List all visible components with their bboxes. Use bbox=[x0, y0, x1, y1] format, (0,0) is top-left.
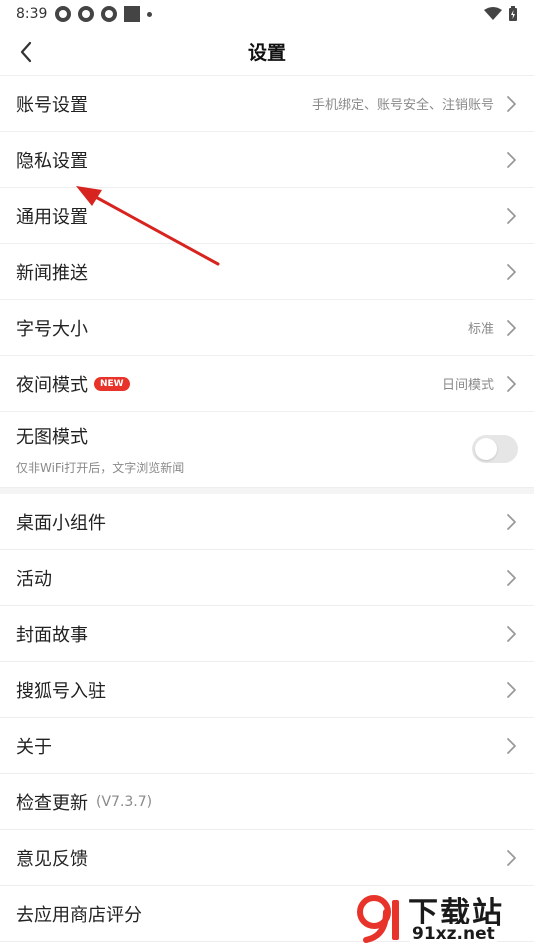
item-label: 无图模式 bbox=[16, 427, 88, 448]
battery-icon bbox=[509, 6, 517, 21]
chevron-right-icon bbox=[507, 849, 516, 866]
item-hint: 标准 bbox=[467, 322, 494, 337]
chevron-right-icon bbox=[507, 319, 516, 336]
item-label: 去应用商店评分 bbox=[16, 904, 142, 926]
chevron-right-icon bbox=[507, 513, 516, 530]
chevron-right-icon bbox=[507, 207, 516, 224]
settings-list: 账号设置 手机绑定、账号安全、注销账号 隐私设置 通用设置 新闻推送 字号大小 … bbox=[0, 76, 534, 942]
sohu-account-join-item[interactable]: 搜狐号入驻 bbox=[0, 662, 534, 718]
item-label: 搜狐号入驻 bbox=[16, 680, 106, 702]
wifi-icon bbox=[484, 7, 502, 20]
watermark-url: 91xz.net bbox=[410, 924, 497, 944]
chevron-right-icon bbox=[507, 681, 516, 698]
watermark-logo-icon bbox=[357, 895, 399, 943]
chevron-right-icon bbox=[507, 151, 516, 168]
notification-square-icon bbox=[124, 6, 141, 22]
check-update-item[interactable]: 检查更新 (V7.3.7) bbox=[0, 774, 534, 830]
item-label: 封面故事 bbox=[16, 624, 88, 646]
item-label: 检查更新 bbox=[16, 792, 88, 814]
news-push-item[interactable]: 新闻推送 bbox=[0, 244, 534, 300]
font-size-item[interactable]: 字号大小 标准 bbox=[0, 300, 534, 356]
item-label: 夜间模式 bbox=[16, 374, 88, 396]
feedback-item[interactable]: 意见反馈 bbox=[0, 830, 534, 886]
cover-story-item[interactable]: 封面故事 bbox=[0, 606, 534, 662]
app-notification-icon bbox=[101, 6, 118, 22]
app-notification-icon bbox=[78, 6, 95, 22]
status-bar: 8:39 bbox=[0, 0, 534, 28]
general-settings-item[interactable]: 通用设置 bbox=[0, 188, 534, 244]
chevron-right-icon bbox=[507, 95, 516, 112]
item-label: 桌面小组件 bbox=[16, 512, 106, 534]
watermark: 下载站 91xz.net bbox=[352, 888, 532, 948]
chevron-right-icon bbox=[507, 263, 516, 280]
app-notification-icon bbox=[55, 6, 72, 22]
item-label: 隐私设置 bbox=[16, 150, 88, 172]
item-hint: 日间模式 bbox=[441, 378, 494, 393]
desktop-widget-item[interactable]: 桌面小组件 bbox=[0, 494, 534, 550]
about-item[interactable]: 关于 bbox=[0, 718, 534, 774]
item-hint: 手机绑定、账号安全、注销账号 bbox=[311, 98, 494, 113]
item-label: 活动 bbox=[16, 568, 52, 590]
back-arrow-icon bbox=[20, 41, 32, 63]
item-label: 意见反馈 bbox=[16, 848, 88, 870]
status-time: 8:39 bbox=[16, 6, 48, 22]
item-label: 新闻推送 bbox=[16, 262, 88, 284]
night-mode-item[interactable]: 夜间模式 NEW 日间模式 bbox=[0, 356, 534, 412]
item-label: 关于 bbox=[16, 736, 52, 758]
toggle-knob bbox=[475, 438, 497, 460]
chevron-right-icon bbox=[507, 569, 516, 586]
activity-item[interactable]: 活动 bbox=[0, 550, 534, 606]
chevron-right-icon bbox=[507, 737, 516, 754]
more-notifications-dot-icon bbox=[147, 11, 153, 17]
item-label: 通用设置 bbox=[16, 206, 88, 228]
chevron-right-icon bbox=[507, 375, 516, 392]
chevron-right-icon bbox=[507, 625, 516, 642]
new-badge: NEW bbox=[94, 376, 130, 391]
back-button[interactable] bbox=[12, 38, 40, 66]
item-label: 账号设置 bbox=[16, 94, 88, 116]
item-description: 仅非WiFi打开后，文字浏览新闻 bbox=[16, 461, 185, 475]
privacy-settings-item[interactable]: 隐私设置 bbox=[0, 132, 534, 188]
account-settings-item[interactable]: 账号设置 手机绑定、账号安全、注销账号 bbox=[0, 76, 534, 132]
no-image-mode-item: 无图模式 仅非WiFi打开后，文字浏览新闻 bbox=[0, 412, 534, 488]
page-title: 设置 bbox=[247, 42, 286, 64]
item-label: 字号大小 bbox=[16, 318, 88, 340]
top-app-bar: 设置 bbox=[0, 28, 534, 76]
version-text: (V7.3.7) bbox=[96, 793, 153, 810]
no-image-mode-toggle[interactable] bbox=[472, 435, 518, 463]
